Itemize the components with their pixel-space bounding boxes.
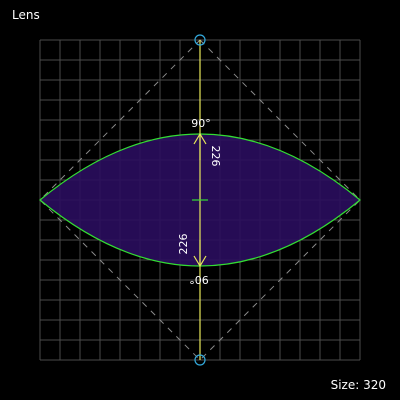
top-angle-label: 90° [191, 117, 211, 130]
bottom-sag-label: 226 [177, 234, 190, 255]
size-readout: Size: 320 [331, 378, 386, 392]
top-sag-label: 226 [209, 146, 222, 167]
lens-canvas[interactable]: 90° 90° 226 226 [0, 0, 400, 400]
size-value: 320 [363, 378, 386, 392]
bottom-angle-label: 90° [189, 273, 209, 286]
size-label: Size: [330, 378, 360, 392]
